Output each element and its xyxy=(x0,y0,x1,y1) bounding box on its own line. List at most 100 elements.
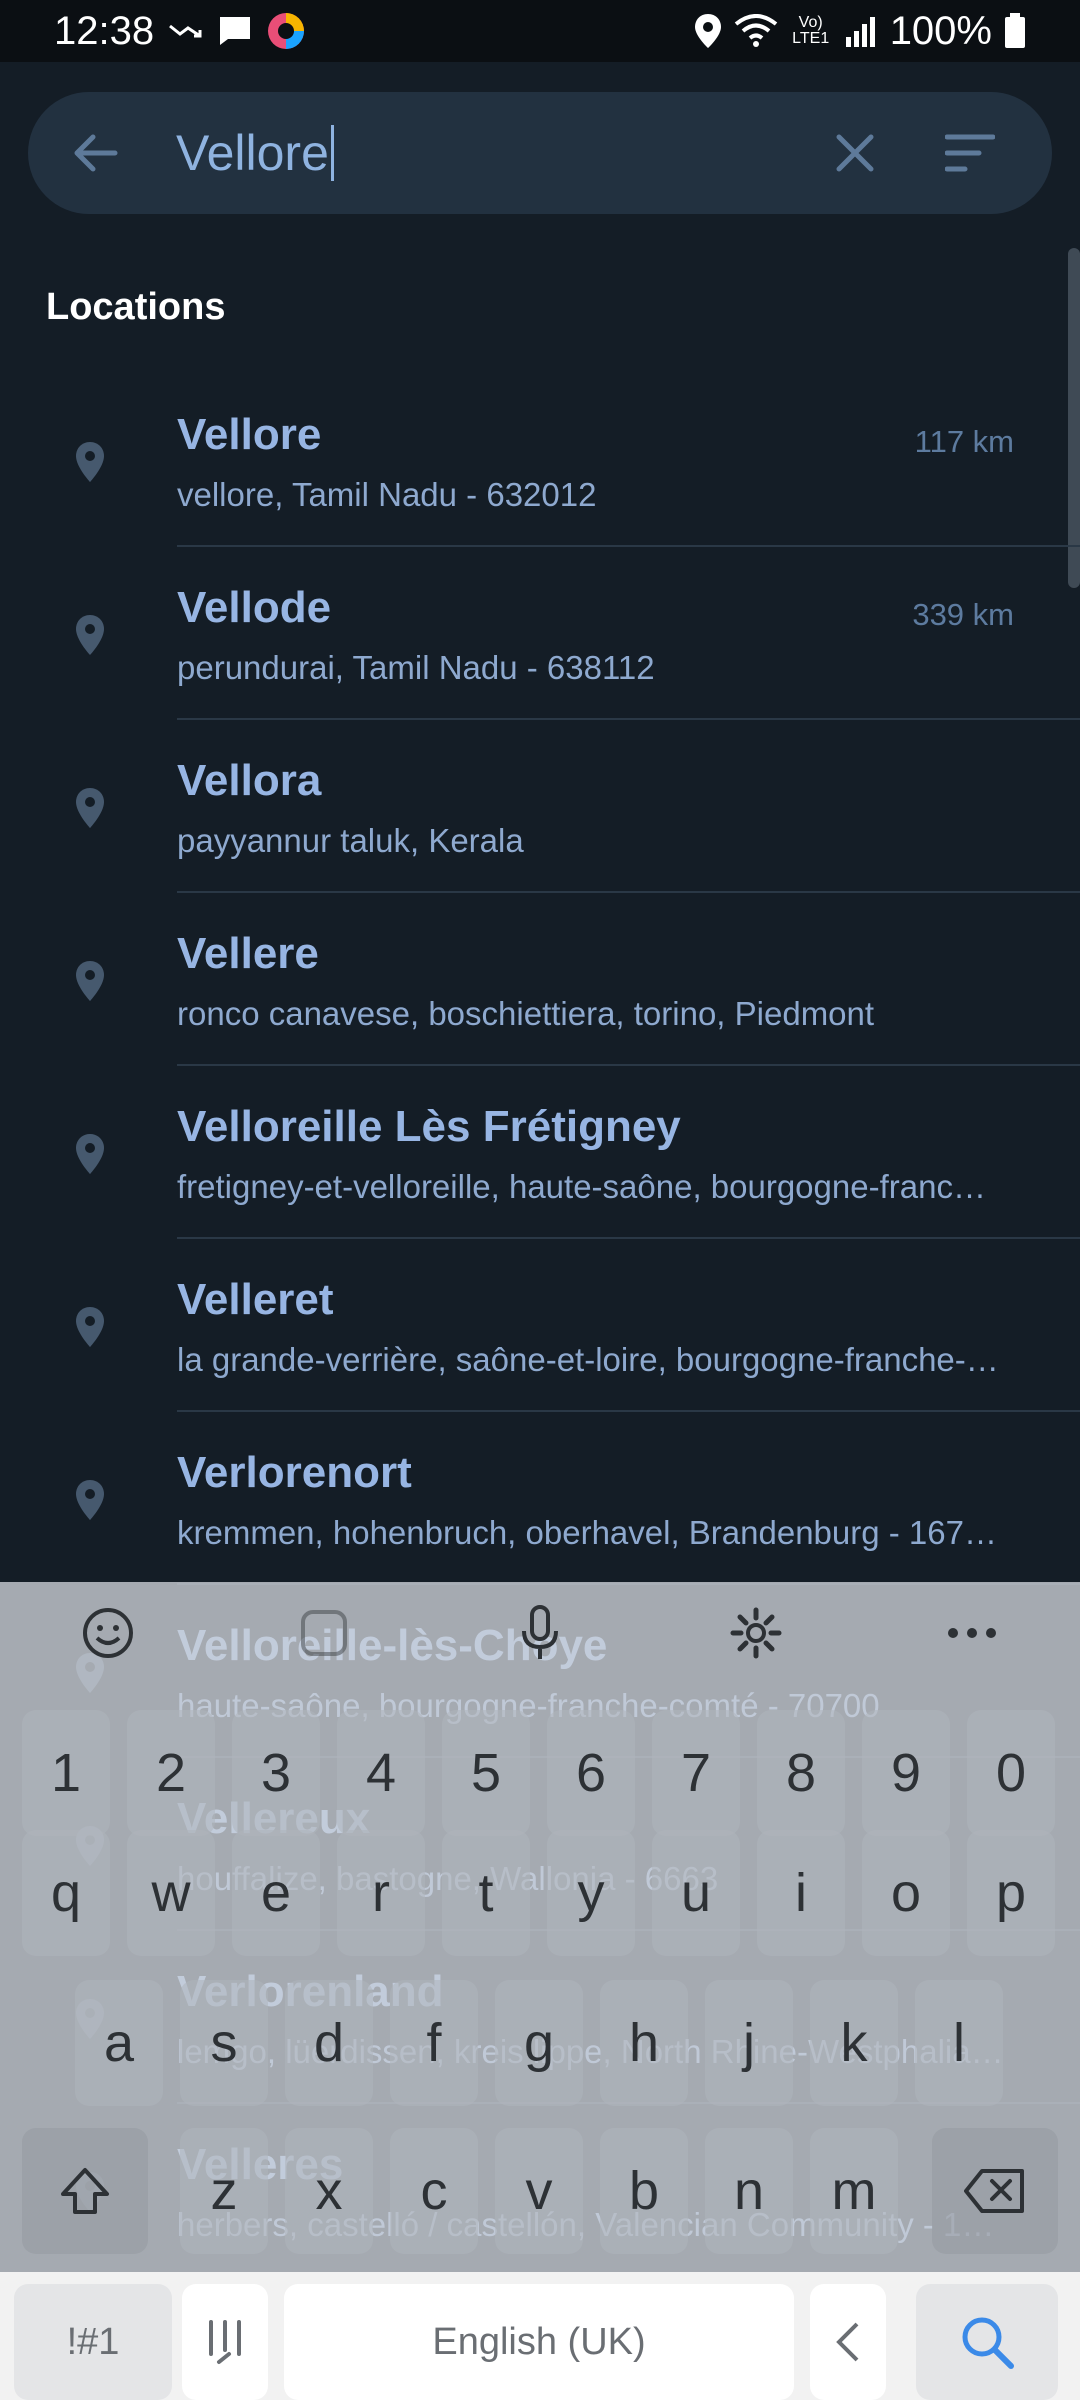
chevron-left-icon xyxy=(836,2322,859,2362)
browser-app-icon xyxy=(266,11,306,51)
key-p[interactable]: p xyxy=(967,1830,1055,1956)
result-distance: 117 km xyxy=(914,424,1014,459)
emoji-icon xyxy=(83,1608,133,1658)
key-r[interactable]: r xyxy=(337,1830,425,1956)
key-u[interactable]: u xyxy=(652,1830,740,1956)
key-d[interactable]: d xyxy=(285,1980,373,2106)
more-options-button[interactable] xyxy=(932,1593,1012,1673)
key-f[interactable]: f xyxy=(390,1980,478,2106)
key-x[interactable]: x xyxy=(285,2128,373,2254)
key-2[interactable]: 2 xyxy=(127,1710,215,1836)
result-item[interactable]: Vellora payyannur taluk, Kerala xyxy=(0,720,1080,893)
key-c[interactable]: c xyxy=(390,2128,478,2254)
backspace-key[interactable] xyxy=(932,2128,1058,2254)
key-l[interactable]: l xyxy=(915,1980,1003,2106)
key-3[interactable]: 3 xyxy=(232,1710,320,1836)
result-name: Vellode xyxy=(177,583,332,632)
sticker-icon xyxy=(301,1610,347,1656)
volte-icon: Vo) LTE1 xyxy=(790,15,832,47)
key-q[interactable]: q xyxy=(22,1830,110,1956)
key-o[interactable]: o xyxy=(862,1830,950,1956)
key-h[interactable]: h xyxy=(600,1980,688,2106)
location-pin-icon xyxy=(76,442,104,482)
result-name: Vellore xyxy=(177,410,322,459)
key-8[interactable]: 8 xyxy=(757,1710,845,1836)
key-m[interactable]: m xyxy=(810,2128,898,2254)
space-key-label: English (UK) xyxy=(432,2320,646,2363)
symbols-key[interactable]: !#1 xyxy=(14,2284,172,2400)
key-y[interactable]: y xyxy=(547,1830,635,1956)
key-z[interactable]: z xyxy=(180,2128,268,2254)
key-e[interactable]: e xyxy=(232,1830,320,1956)
search-key[interactable] xyxy=(916,2284,1058,2400)
location-pin-icon xyxy=(76,961,104,1001)
close-icon xyxy=(836,134,874,172)
clear-search-button[interactable] xyxy=(800,92,910,214)
result-item[interactable]: Vellore vellore, Tamil Nadu - 632012 117… xyxy=(0,374,1080,547)
key-9[interactable]: 9 xyxy=(862,1710,950,1836)
result-item[interactable]: Vellere ronco canavese, boschiettiera, t… xyxy=(0,893,1080,1066)
key-g[interactable]: g xyxy=(495,1980,583,2106)
result-name: Velloreille Lès Frétigney xyxy=(177,1102,681,1151)
location-icon xyxy=(694,13,722,49)
key-t[interactable]: t xyxy=(442,1830,530,1956)
key-j[interactable]: j xyxy=(705,1980,793,2106)
keyboard: !#1 English (UK) 1234567890 qwertyuiop asd… xyxy=(0,1582,1080,2400)
shift-arrow-icon xyxy=(61,2168,109,2214)
key-6[interactable]: 6 xyxy=(547,1710,635,1836)
result-item[interactable]: Verlorenort kremmen, hohenbruch, oberhav… xyxy=(0,1412,1080,1585)
result-address: kremmen, hohenbruch, oberhavel, Brandenb… xyxy=(177,1514,997,1551)
text-caret xyxy=(330,125,334,181)
key-a[interactable]: a xyxy=(75,1980,163,2106)
key-1[interactable]: 1 xyxy=(22,1710,110,1836)
sticker-button[interactable] xyxy=(284,1593,364,1673)
result-item[interactable]: Velleret la grande-verrière, saône-et-lo… xyxy=(0,1239,1080,1412)
key-s[interactable]: s xyxy=(180,1980,268,2106)
search-input[interactable]: Vellore xyxy=(156,92,800,214)
key-w[interactable]: w xyxy=(127,1830,215,1956)
handwriting-key[interactable] xyxy=(182,2284,268,2400)
missed-call-icon xyxy=(168,20,204,42)
back-button[interactable] xyxy=(34,92,156,214)
result-address: fretigney-et-velloreille, haute-saône, b… xyxy=(177,1168,986,1205)
location-pin-icon xyxy=(76,1134,104,1174)
screen: 12:38 Vo) LTE1 100% Vellore Locations Ve… xyxy=(0,0,1080,2400)
sort-icon xyxy=(945,134,995,172)
key-4[interactable]: 4 xyxy=(337,1710,425,1836)
keyboard-bottom-row: !#1 English (UK) xyxy=(0,2272,1080,2400)
key-0[interactable]: 0 xyxy=(967,1710,1055,1836)
keyboard-settings-button[interactable] xyxy=(716,1593,796,1673)
emoji-button[interactable] xyxy=(68,1593,148,1673)
key-i[interactable]: i xyxy=(757,1830,845,1956)
handwriting-icon xyxy=(209,2320,241,2364)
shift-key[interactable] xyxy=(22,2128,148,2254)
key-v[interactable]: v xyxy=(495,2128,583,2254)
result-address: payyannur taluk, Kerala xyxy=(177,822,524,859)
back-arrow-icon xyxy=(74,134,118,172)
search-icon xyxy=(962,2317,1014,2369)
result-item[interactable]: Vellode perundurai, Tamil Nadu - 638112 … xyxy=(0,547,1080,720)
microphone-icon xyxy=(522,1605,558,1659)
result-item[interactable]: Velloreille Lès Frétigney fretigney-et-v… xyxy=(0,1066,1080,1239)
battery-percent: 100% xyxy=(889,8,992,53)
sort-filter-button[interactable] xyxy=(910,92,1030,214)
search-query: Vellore xyxy=(176,125,329,181)
battery-icon xyxy=(1004,13,1026,49)
result-address: perundurai, Tamil Nadu - 638112 xyxy=(177,649,655,686)
result-name: Vellora xyxy=(177,756,322,805)
key-7[interactable]: 7 xyxy=(652,1710,740,1836)
voice-input-button[interactable] xyxy=(500,1593,580,1673)
key-n[interactable]: n xyxy=(705,2128,793,2254)
key-k[interactable]: k xyxy=(810,1980,898,2106)
key-b[interactable]: b xyxy=(600,2128,688,2254)
result-name: Vellere xyxy=(177,929,319,978)
result-name: Velleret xyxy=(177,1275,334,1324)
backspace-icon xyxy=(964,2169,1024,2213)
space-key[interactable]: English (UK) xyxy=(284,2284,794,2400)
key-5[interactable]: 5 xyxy=(442,1710,530,1836)
status-bar: 12:38 Vo) LTE1 100% xyxy=(0,0,1080,62)
cursor-left-key[interactable] xyxy=(810,2284,886,2400)
location-pin-icon xyxy=(76,788,104,828)
location-pin-icon xyxy=(76,615,104,655)
message-icon xyxy=(218,15,252,47)
